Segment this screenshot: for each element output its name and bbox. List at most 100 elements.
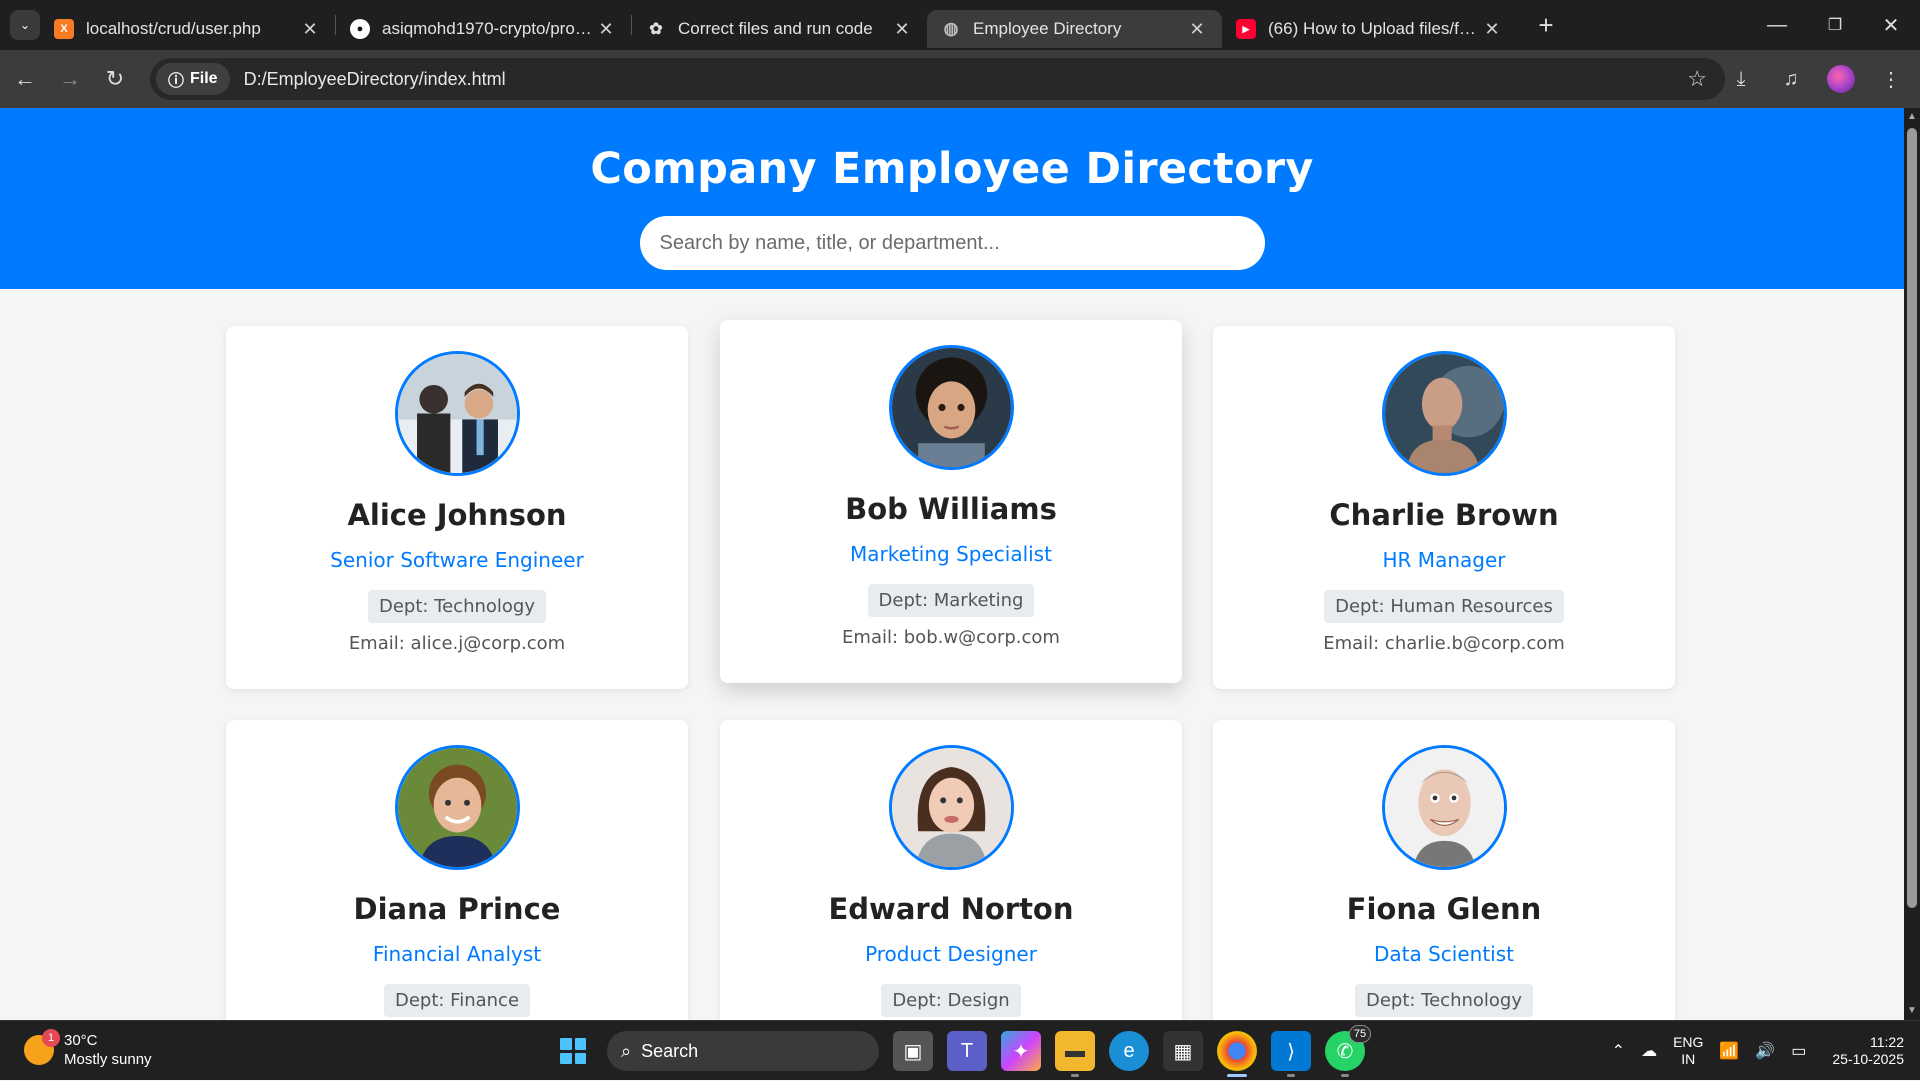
volume-icon[interactable]: 🔊 (1755, 1041, 1775, 1061)
close-tab-icon[interactable]: ✕ (1186, 19, 1208, 40)
bookmark-star-icon[interactable]: ☆ (1687, 66, 1707, 92)
new-tab-plus-icon[interactable]: + (1531, 10, 1561, 41)
employee-photo (394, 351, 520, 476)
close-tab-icon[interactable]: ✕ (891, 19, 913, 40)
file-explorer-icon[interactable]: ▬ (1055, 1031, 1095, 1077)
employee-name: Fiona Glenn (1346, 892, 1542, 926)
weather-widget[interactable]: 1 30°C Mostly sunny (24, 1029, 152, 1069)
download-icon[interactable]: ⤓ (1724, 62, 1758, 96)
tab-chatgpt[interactable]: ✿ Correct files and run code ✕ (632, 10, 927, 48)
tab-github[interactable]: ● asiqmohd1970-crypto/project ✕ (336, 10, 631, 48)
employee-card[interactable]: Diana Prince Financial Analyst Dept: Fin… (226, 720, 688, 1020)
search-input[interactable] (639, 216, 1265, 270)
employee-card[interactable]: Alice Johnson Senior Software Engineer D… (226, 326, 688, 689)
whatsapp-badge: 75 (1349, 1025, 1371, 1043)
address-bar[interactable]: ⓘ File D:/EmployeeDirectory/index.html ☆ (150, 58, 1725, 100)
employee-name: Bob Williams (845, 492, 1057, 526)
page-scrollbar[interactable]: ▲ ▼ (1904, 108, 1920, 1020)
employee-card[interactable]: Edward Norton Product Designer Dept: Des… (720, 720, 1182, 1020)
page-title: Company Employee Directory (590, 144, 1314, 194)
sun-weather-icon: 1 (24, 1029, 60, 1065)
department-badge: Dept: Finance (383, 984, 531, 1017)
clock-time: 11:22 (1870, 1034, 1904, 1050)
minimize-icon[interactable]: — (1748, 0, 1806, 50)
vscode-icon[interactable]: ⟩ (1271, 1031, 1311, 1077)
media-control-icon[interactable]: ♫ (1774, 62, 1808, 96)
employee-name: Edward Norton (828, 892, 1074, 926)
employee-email: Email: bob.w@corp.com (842, 627, 1060, 648)
chevron-up-icon[interactable]: ⌃ (1612, 1041, 1625, 1061)
clock-date: 25-10-2025 (1832, 1051, 1904, 1067)
employee-email: Email: alice.j@corp.com (348, 633, 566, 654)
employee-name: Diana Prince (353, 892, 561, 926)
weather-temperature: 30°C (64, 1032, 98, 1049)
close-tab-icon[interactable]: ✕ (299, 19, 321, 40)
employee-card[interactable]: Charlie Brown HR Manager Dept: Human Res… (1213, 326, 1675, 689)
microsoft-store-icon[interactable]: ▦ (1163, 1031, 1203, 1071)
close-window-icon[interactable]: ✕ (1862, 0, 1920, 50)
site-info-chip[interactable]: ⓘ File (156, 63, 230, 95)
employee-name: Charlie Brown (1329, 498, 1559, 532)
close-tab-icon[interactable]: ✕ (1481, 19, 1503, 40)
chrome-icon[interactable] (1217, 1031, 1257, 1077)
employee-card[interactable]: Fiona Glenn Data Scientist Dept: Technol… (1213, 720, 1675, 1020)
employee-name: Alice Johnson (347, 498, 567, 532)
profile-avatar[interactable] (1824, 62, 1858, 96)
employee-card[interactable]: Bob Williams Marketing Specialist Dept: … (720, 320, 1182, 683)
scrollbar-thumb[interactable] (1907, 128, 1917, 908)
back-arrow-icon[interactable]: ← (5, 59, 45, 99)
windows-start-icon[interactable] (553, 1031, 593, 1071)
globe-icon: ◍ (943, 19, 959, 38)
browser-toolbar: ← → ↻ ⓘ File D:/EmployeeDirectory/index.… (0, 50, 1920, 108)
browser-tab-bar: ⌄ X localhost/crud/user.php ✕ ● asiqmohd… (0, 0, 1920, 50)
chatgpt-icon: ✿ (649, 21, 663, 38)
employee-title: Senior Software Engineer (330, 548, 584, 572)
tab-search-chevron-icon[interactable]: ⌄ (10, 10, 40, 40)
employee-title: HR Manager (1382, 548, 1506, 572)
wifi-icon[interactable]: 📶 (1719, 1041, 1739, 1061)
clock[interactable]: 11:22 25-10-2025 (1832, 1034, 1904, 1068)
system-tray: ⌃ ☁ ENG IN 📶 🔊 ▭ 11:22 25-10-2025 (1612, 1021, 1904, 1081)
copilot-icon[interactable]: ✦ (1001, 1031, 1041, 1071)
notification-badge: 1 (42, 1029, 60, 1047)
tab-xampp[interactable]: X localhost/crud/user.php ✕ (40, 10, 335, 48)
battery-icon[interactable]: ▭ (1791, 1041, 1806, 1061)
restore-icon[interactable]: ❐ (1806, 0, 1864, 50)
close-tab-icon[interactable]: ✕ (595, 19, 617, 40)
taskbar-apps: ⌕ Search ▣ T ✦ ▬ e ▦ ⟩ ✆ 75 (553, 1025, 1371, 1077)
tab-title: asiqmohd1970-crypto/project (382, 19, 595, 38)
whatsapp-icon[interactable]: ✆ 75 (1325, 1025, 1371, 1077)
reload-icon[interactable]: ↻ (95, 59, 135, 99)
region-code: IN (1681, 1051, 1696, 1067)
tab-title: Employee Directory (973, 19, 1122, 38)
forward-arrow-icon[interactable]: → (50, 59, 90, 99)
tab-youtube[interactable]: ▶ (66) How to Upload files/folders ✕ (1222, 10, 1517, 48)
xampp-icon: X (54, 19, 74, 39)
url-text[interactable]: D:/EmployeeDirectory/index.html (244, 69, 506, 90)
youtube-icon: ▶ (1236, 19, 1256, 39)
tab-employee-directory[interactable]: ◍ Employee Directory ✕ (927, 10, 1222, 48)
scroll-up-arrow-icon[interactable]: ▲ (1907, 112, 1917, 122)
teams-icon[interactable]: T (947, 1031, 987, 1071)
department-badge: Dept: Technology (367, 590, 547, 623)
department-badge: Dept: Human Resources (1324, 590, 1564, 623)
taskbar-search-label: Search (641, 1040, 699, 1061)
tab-title: (66) How to Upload files/folders (1268, 19, 1481, 38)
onedrive-icon[interactable]: ☁ (1641, 1041, 1657, 1061)
employee-title: Data Scientist (1374, 942, 1514, 966)
language-indicator[interactable]: ENG IN (1673, 1034, 1703, 1068)
page-header: Company Employee Directory (0, 108, 1904, 289)
employee-email: Email: charlie.b@corp.com (1323, 633, 1565, 654)
toolbar-actions: ⤓ ♫ ⋮ (1724, 50, 1908, 108)
menu-kebab-icon[interactable]: ⋮ (1874, 62, 1908, 96)
task-view-icon[interactable]: ▣ (893, 1031, 933, 1071)
employee-title: Product Designer (865, 942, 1037, 966)
tab-title: Correct files and run code (678, 19, 873, 38)
employee-photo (888, 345, 1014, 470)
github-icon: ● (350, 19, 370, 39)
windows-taskbar: 1 30°C Mostly sunny ⌕ Search ▣ T ✦ ▬ e ▦… (0, 1020, 1920, 1080)
tab-title: localhost/crud/user.php (86, 19, 261, 38)
taskbar-search[interactable]: ⌕ Search (607, 1031, 879, 1071)
edge-icon[interactable]: e (1109, 1031, 1149, 1071)
scroll-down-arrow-icon[interactable]: ▼ (1907, 1006, 1917, 1016)
